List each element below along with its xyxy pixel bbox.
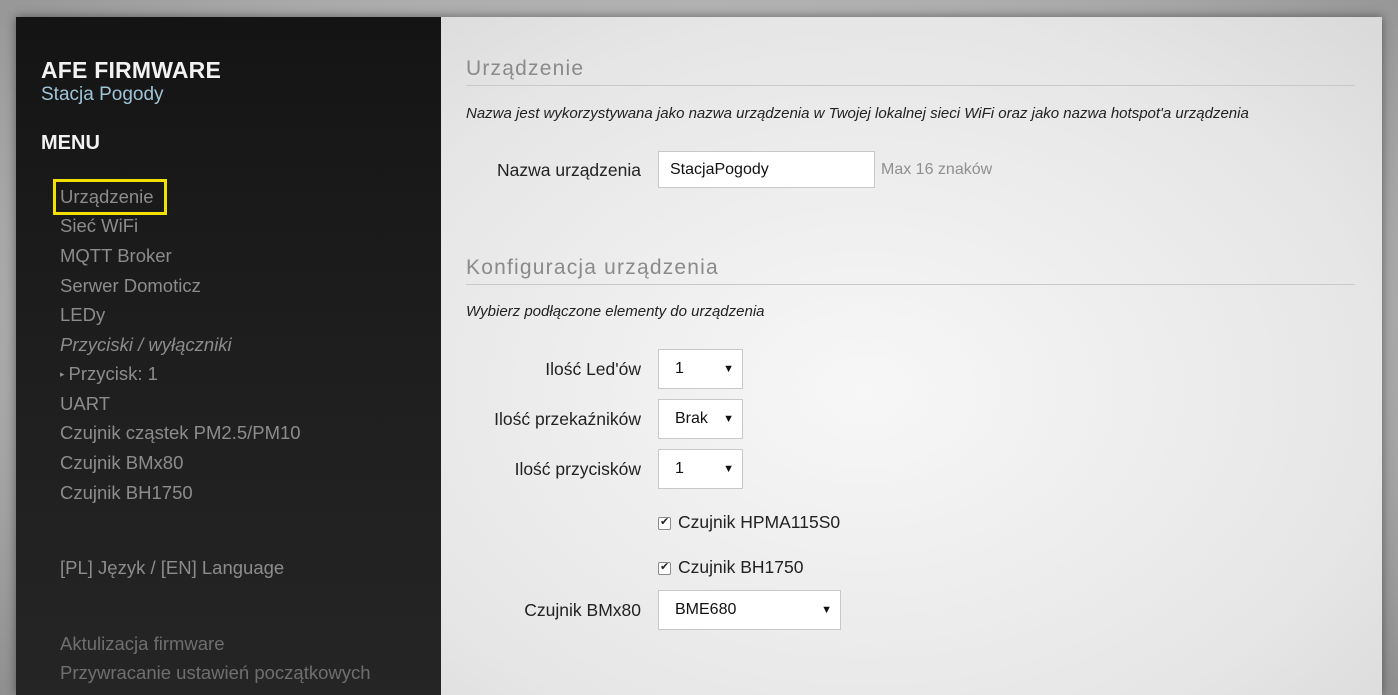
- dropdown-arrow-icon: ▼: [723, 463, 734, 475]
- menu-item-leds[interactable]: LEDy: [60, 304, 105, 326]
- browser-viewport: AFE FIRMWARE Stacja Pogody MENU Urządzen…: [16, 17, 1382, 695]
- buttons-select-value: 1: [675, 460, 684, 477]
- menu-item-factory-reset[interactable]: Przywracanie ustawień początkowych: [60, 662, 371, 684]
- buttons-label: Ilość przycisków: [514, 459, 641, 479]
- brand-subtitle: Stacja Pogody: [41, 84, 164, 105]
- menu-item-firmware-update[interactable]: Aktulizacja firmware: [60, 633, 225, 655]
- bmx80-label: Czujnik BMx80: [524, 600, 641, 620]
- device-name-input[interactable]: [658, 151, 875, 188]
- hpma-checkbox-row[interactable]: ✔ Czujnik HPMA115S0: [658, 512, 840, 533]
- hpma-checkbox-label: Czujnik HPMA115S0: [678, 512, 841, 532]
- menu-item-button-1-label: Przycisk: 1: [68, 363, 158, 384]
- bh1750-checkbox-row[interactable]: ✔ Czujnik BH1750: [658, 557, 803, 578]
- section-title-device: Urządzenie: [466, 57, 1355, 86]
- bmx80-select-value: BME680: [675, 601, 737, 618]
- menu-item-pm-sensor[interactable]: Czujnik cząstek PM2.5/PM10: [60, 422, 301, 444]
- menu-item-domoticz[interactable]: Serwer Domoticz: [60, 275, 201, 297]
- bh1750-checkbox-label: Czujnik BH1750: [678, 557, 804, 577]
- relays-label: Ilość przekaźników: [494, 409, 641, 429]
- buttons-select[interactable]: 1 ▼: [658, 449, 743, 489]
- menu-heading: MENU: [41, 132, 100, 154]
- menu-item-language[interactable]: [PL] Język / [EN] Language: [60, 557, 284, 579]
- relays-select-value: Brak: [675, 410, 708, 427]
- sidebar: AFE FIRMWARE Stacja Pogody MENU Urządzen…: [16, 17, 441, 695]
- menu-item-mqtt[interactable]: MQTT Broker: [60, 245, 172, 267]
- main-content: Urządzenie Nazwa jest wykorzystywana jak…: [441, 17, 1382, 695]
- relays-select[interactable]: Brak ▼: [658, 399, 743, 439]
- bmx80-select[interactable]: BME680 ▼: [658, 590, 841, 630]
- menu-item-device[interactable]: Urządzenie: [53, 179, 167, 215]
- dropdown-arrow-icon: ▼: [723, 363, 734, 375]
- dropdown-arrow-icon: ▼: [821, 604, 832, 616]
- menu-item-wifi[interactable]: Sieć WiFi: [60, 215, 138, 237]
- leds-label: Ilość Led'ów: [545, 359, 641, 379]
- device-name-label: Nazwa urządzenia: [497, 160, 641, 180]
- dropdown-arrow-icon: ▼: [723, 413, 734, 425]
- device-description: Nazwa jest wykorzystywana jako nazwa urz…: [466, 105, 1249, 122]
- section-title-config: Konfiguracja urządzenia: [466, 256, 1355, 285]
- menu-item-bh1750[interactable]: Czujnik BH1750: [60, 482, 193, 504]
- leds-select[interactable]: 1 ▼: [658, 349, 743, 389]
- config-description: Wybierz podłączone elementy do urządzeni…: [466, 303, 765, 320]
- menu-item-uart[interactable]: UART: [60, 393, 110, 415]
- menu-item-bmx80[interactable]: Czujnik BMx80: [60, 452, 183, 474]
- hpma-checkbox[interactable]: ✔: [658, 515, 671, 530]
- menu-item-button-1[interactable]: ▸ Przycisk: 1: [60, 363, 158, 385]
- checkmark-icon: ✔: [660, 560, 670, 573]
- submenu-bullet-icon: ▸: [60, 369, 65, 379]
- brand-title: AFE FIRMWARE: [41, 57, 221, 83]
- bh1750-checkbox[interactable]: ✔: [658, 560, 671, 575]
- checkmark-icon: ✔: [660, 515, 670, 528]
- menu-item-buttons[interactable]: Przyciski / wyłączniki: [60, 334, 232, 356]
- leds-select-value: 1: [675, 360, 684, 377]
- device-name-hint: Max 16 znaków: [881, 161, 993, 178]
